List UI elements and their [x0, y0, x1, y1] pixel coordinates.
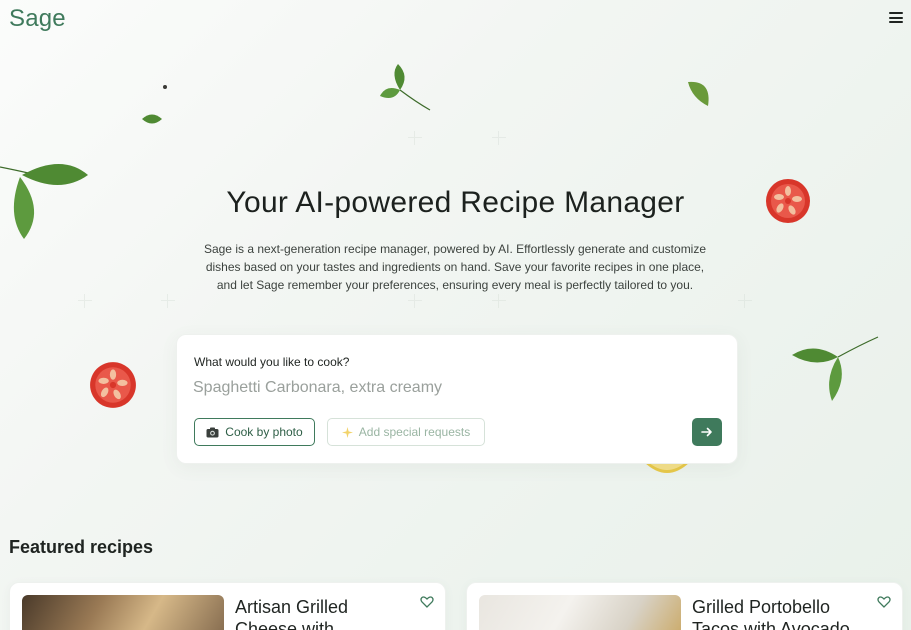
seed-decoration	[163, 85, 167, 89]
heart-icon[interactable]	[877, 595, 891, 609]
grid-mark	[161, 294, 175, 308]
grid-mark	[492, 294, 506, 308]
heart-icon[interactable]	[420, 595, 434, 609]
grid-mark	[78, 294, 92, 308]
grid-mark	[408, 294, 422, 308]
basil-sprig-decoration	[792, 336, 879, 401]
recipe-card[interactable]: Grilled Portobello Tacos with Avocado	[466, 582, 903, 630]
leaf-decoration	[142, 114, 162, 124]
cook-prompt-label: What would you like to cook?	[194, 355, 350, 369]
recipe-image[interactable]	[479, 595, 681, 630]
recipe-title[interactable]: Grilled Portobello Tacos with Avocado	[692, 596, 862, 630]
recipe-title[interactable]: Artisan Grilled Cheese with	[235, 596, 405, 630]
basil-sprig-decoration	[380, 64, 431, 111]
arrow-right-icon	[701, 427, 712, 437]
hero-title: Your AI-powered Recipe Manager	[226, 186, 685, 219]
add-special-requests-label: Add special requests	[358, 425, 471, 439]
grid-mark	[408, 131, 422, 145]
submit-button[interactable]	[692, 418, 722, 446]
recipe-image[interactable]	[22, 595, 224, 630]
camera-icon	[206, 427, 219, 437]
cook-prompt-card: What would you like to cook? Cook by pho…	[176, 334, 738, 464]
top-bar: Sage	[0, 0, 911, 42]
tomato-slice-decoration	[90, 362, 136, 408]
cook-by-photo-button[interactable]: Cook by photo	[194, 418, 315, 446]
cook-prompt-input[interactable]	[193, 376, 713, 400]
grid-mark	[738, 294, 752, 308]
hamburger-icon[interactable]	[889, 12, 903, 24]
leaf-decoration	[688, 81, 709, 106]
brand-logo[interactable]: Sage	[9, 5, 66, 33]
add-special-requests-button[interactable]: Add special requests	[327, 418, 485, 446]
grid-mark	[492, 131, 506, 145]
cook-by-photo-label: Cook by photo	[225, 425, 303, 439]
hero-description: Sage is a next-generation recipe manager…	[203, 242, 707, 292]
lemon-slice-decoration	[644, 462, 690, 473]
featured-recipes-heading: Featured recipes	[9, 537, 154, 557]
recipe-card[interactable]: Artisan Grilled Cheese with	[9, 582, 446, 630]
sparkle-icon	[341, 426, 353, 438]
